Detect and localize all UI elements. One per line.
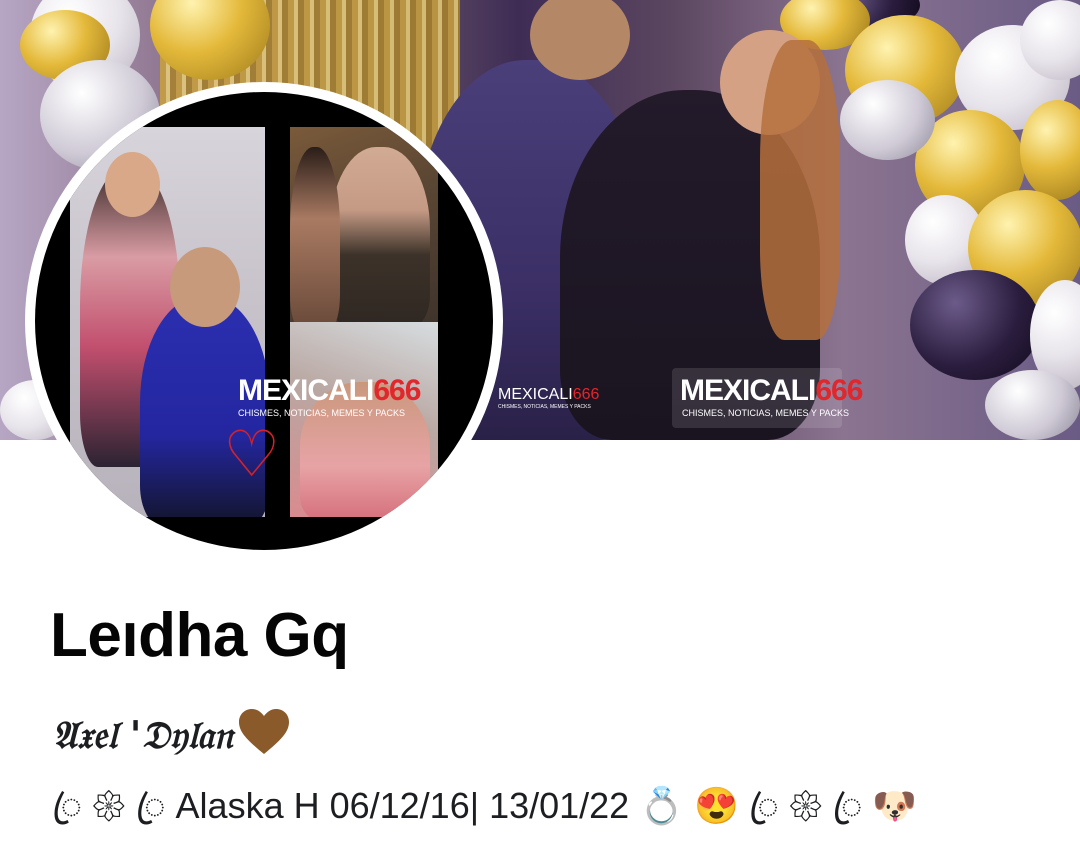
heart-drawing-icon: ♡ <box>223 418 281 490</box>
balloon <box>910 270 1040 380</box>
profile-picture[interactable]: MEXICALI666 CHISMES, NOTICIAS, MEMES Y P… <box>35 92 493 550</box>
collage-woman-face <box>105 152 160 217</box>
cover-watermark: MEXICALI666 CHISMES, NOTICIAS, MEMES Y P… <box>672 368 863 428</box>
brown-heart-icon <box>238 709 289 754</box>
profile-subtitle-text: 𝔄𝔵𝔢𝔩 '𝔇𝔶𝔩𝔞𝔫 <box>52 712 233 757</box>
balloon <box>840 80 935 160</box>
watermark-brand: MEXICALI <box>238 374 374 407</box>
collage-woman-2 <box>290 147 340 323</box>
watermark-tagline: CHISMES, NOTICIAS, MEMES Y PACKS <box>498 404 591 410</box>
collage-man-face <box>170 247 240 327</box>
profile-subtitle: 𝔄𝔵𝔢𝔩 '𝔇𝔶𝔩𝔞𝔫 <box>52 708 291 758</box>
watermark-number: 666 <box>815 374 863 407</box>
balloon <box>985 370 1080 440</box>
profile-bio: ꦿ 𑁍 ꦿ Alaska H 06/12/16| 13/01/22 💍 😍 ꦿ … <box>52 785 918 826</box>
watermark-number: 666 <box>572 386 600 403</box>
cover-watermark-small: MEXICALI666 CHISMES, NOTICIAS, MEMES Y P… <box>498 386 599 412</box>
collage-man-2 <box>330 147 430 323</box>
watermark-tagline: CHISMES, NOTICIAS, MEMES Y PACKS <box>682 408 850 418</box>
watermark-number: 666 <box>373 374 421 407</box>
collage-photo-top-right <box>290 127 438 323</box>
watermark-brand: MEXICALI <box>680 374 816 407</box>
watermark-brand: MEXICALI <box>498 386 573 403</box>
watermark-tagline: CHISMES, NOTICIAS, MEMES Y PACKS <box>238 408 406 418</box>
profile-name: Leıdha Gq <box>50 601 349 670</box>
cover-person-woman-hair <box>760 40 840 340</box>
